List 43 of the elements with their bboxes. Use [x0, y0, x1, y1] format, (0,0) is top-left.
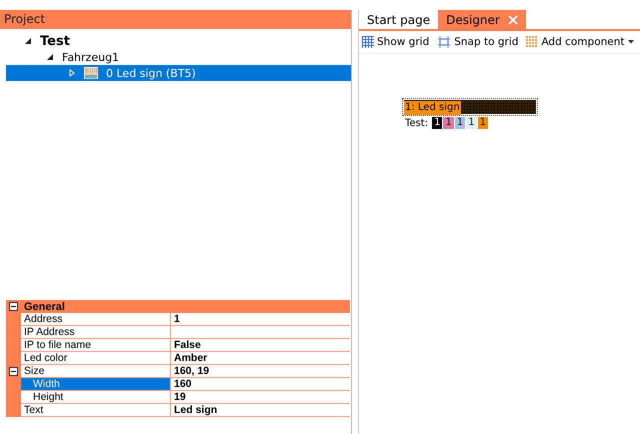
property-value[interactable]: Led sign [171, 404, 350, 417]
panel-header: Project [0, 10, 351, 29]
led-sign-label: 1: Led sign [404, 101, 461, 115]
toolbar-button[interactable]: Show grid [362, 36, 430, 48]
snap-grid-icon [437, 36, 452, 48]
dotted-grid-icon [526, 36, 538, 48]
property-value[interactable]: 19 [171, 391, 350, 404]
expanded-arrow-icon[interactable] [46, 53, 54, 61]
property-name[interactable]: Text [21, 404, 171, 417]
property-name[interactable]: IP to file name [21, 339, 171, 352]
collapse-icon[interactable] [9, 367, 18, 376]
tab[interactable]: Designer [438, 10, 526, 29]
tree-item[interactable]: Test [6, 33, 351, 49]
led-sign-widget[interactable]: 1: Led sign [402, 98, 538, 116]
color-chip: 1 [443, 117, 454, 129]
toolbar-button[interactable]: Snap to grid [437, 36, 518, 48]
row-gutter [6, 404, 21, 417]
property-value[interactable]: False [171, 339, 350, 352]
toolbar-button[interactable]: Add component [526, 36, 634, 48]
property-name[interactable]: Address [21, 313, 171, 326]
property-value[interactable]: 1 [171, 313, 350, 326]
color-chip: 1 [454, 117, 466, 129]
collapse-icon[interactable] [9, 302, 18, 311]
expanded-arrow-icon[interactable] [24, 37, 32, 45]
property-value[interactable]: 160 [171, 378, 350, 391]
color-chip: 1 [432, 117, 442, 129]
color-chip: 1 [466, 117, 477, 129]
tree-item[interactable]: 0 Led sign (BT5) [6, 65, 351, 81]
led-device-icon [84, 67, 98, 79]
property-name[interactable]: Width [21, 378, 171, 391]
tree-item[interactable]: Fahrzeug1 [6, 49, 351, 65]
tab[interactable]: Start page [359, 10, 438, 29]
property-name[interactable]: Height [21, 391, 171, 404]
collapsed-arrow-icon[interactable] [68, 69, 76, 77]
grid-icon [362, 36, 374, 48]
color-chip: 1 [478, 117, 488, 129]
property-value[interactable]: Amber [171, 352, 350, 365]
property-name[interactable]: Led color [21, 352, 171, 365]
category-header[interactable]: General [6, 300, 350, 313]
test-label: Test: [405, 118, 428, 128]
row-gutter [6, 313, 21, 326]
property-value[interactable]: 160, 19 [171, 365, 350, 378]
property-name[interactable]: IP Address [21, 326, 171, 339]
